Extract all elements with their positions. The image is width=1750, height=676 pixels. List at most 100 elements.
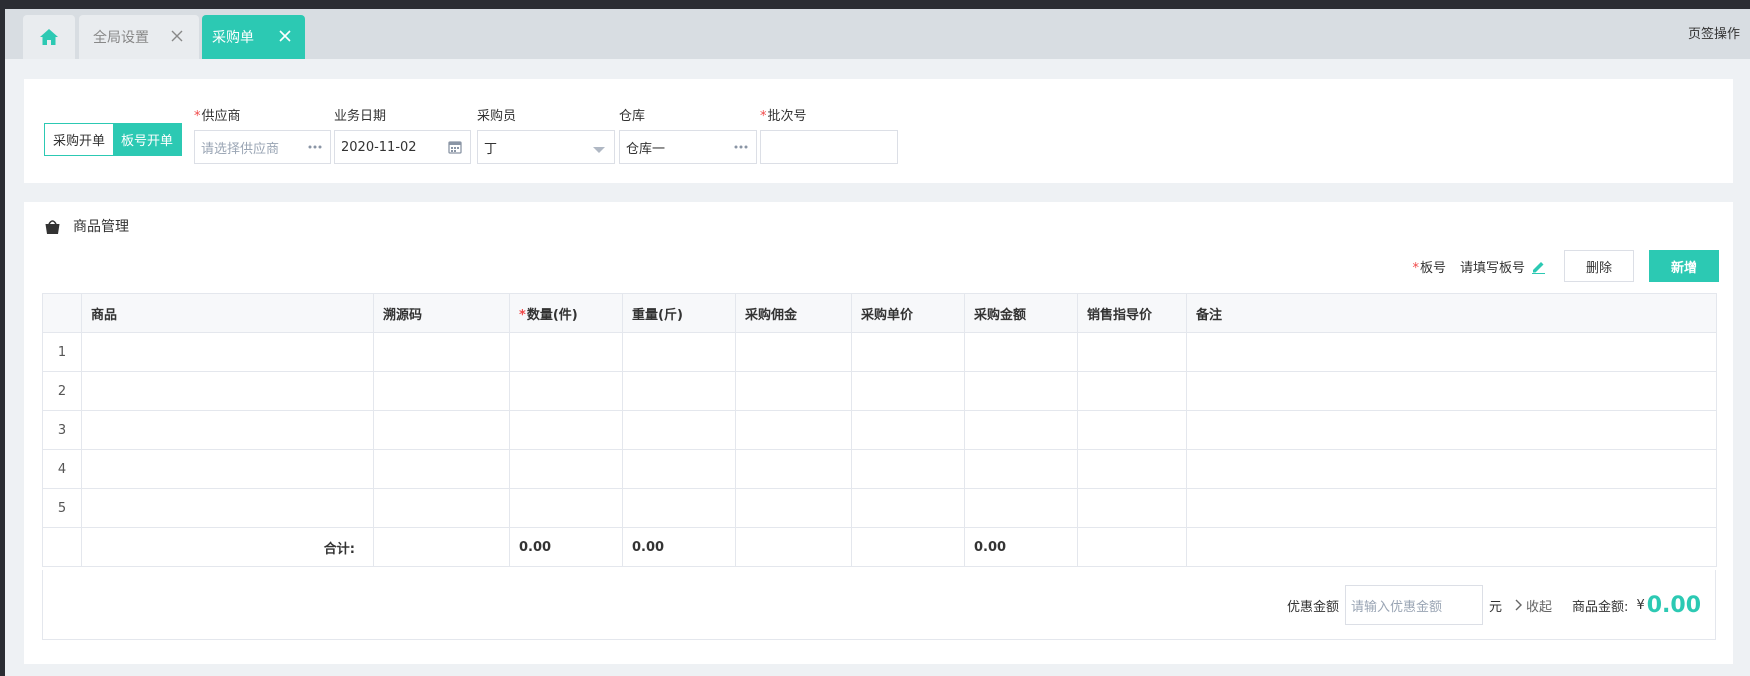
- close-icon[interactable]: [275, 26, 295, 46]
- cell-qty[interactable]: [509, 488, 623, 528]
- board-label: 板号: [1419, 260, 1446, 276]
- tab-global-settings[interactable]: 全局设置: [79, 15, 199, 59]
- tab-bar: 全局设置 采购单 页签操作: [5, 9, 1750, 59]
- add-button[interactable]: 新增: [1649, 250, 1719, 282]
- cell-weight[interactable]: [622, 488, 736, 528]
- table-row[interactable]: 2: [42, 371, 1717, 411]
- cell-remark[interactable]: [1186, 371, 1717, 411]
- more-icon[interactable]: [734, 140, 748, 158]
- row-index: 2: [42, 371, 82, 411]
- cell-trace-code[interactable]: [373, 410, 510, 450]
- buyer-select[interactable]: 丁: [477, 130, 615, 164]
- cell-goods[interactable]: [81, 449, 374, 489]
- cell-trace-code[interactable]: [373, 449, 510, 489]
- header-guide-price: 销售指导价: [1077, 293, 1187, 333]
- mode-toggle[interactable]: 采购开单 板号开单: [44, 123, 183, 156]
- table-row[interactable]: 5: [42, 488, 1717, 528]
- cell-trace-code[interactable]: [373, 332, 510, 372]
- mode-board-button[interactable]: 板号开单: [113, 124, 182, 155]
- cell-guide-price[interactable]: [1077, 332, 1187, 372]
- buyer-value: 丁: [484, 141, 498, 157]
- table-row[interactable]: 1: [42, 332, 1717, 372]
- cell-amount[interactable]: [964, 488, 1078, 528]
- cell-goods[interactable]: [81, 332, 374, 372]
- goods-amount-value: 0.00: [1646, 592, 1701, 618]
- cell-guide-price[interactable]: [1077, 449, 1187, 489]
- cell-commission[interactable]: [735, 371, 852, 411]
- cell-guide-price[interactable]: [1077, 410, 1187, 450]
- cell-unit-price[interactable]: [851, 332, 965, 372]
- required-mark: *: [1412, 260, 1419, 276]
- biz-date-field: 业务日期 2020-11-02: [334, 105, 471, 164]
- discount-label: 优惠金额: [1287, 599, 1340, 615]
- cell-goods[interactable]: [81, 410, 374, 450]
- cell-amount[interactable]: [964, 449, 1078, 489]
- biz-date-input[interactable]: 2020-11-02: [334, 130, 471, 164]
- page-ops-menu[interactable]: 页签操作: [1688, 23, 1750, 42]
- total-amount: 0.00: [964, 527, 1078, 567]
- cell-unit-price[interactable]: [851, 488, 965, 528]
- supplier-select[interactable]: 请选择供应商: [194, 130, 331, 164]
- cell-qty[interactable]: [509, 332, 623, 372]
- delete-button[interactable]: 删除: [1564, 250, 1634, 282]
- cell-qty[interactable]: [509, 371, 623, 411]
- header-trace-code: 溯源码: [373, 293, 510, 333]
- cell-commission[interactable]: [735, 410, 852, 450]
- table-row[interactable]: 4: [42, 449, 1717, 489]
- header-qty: *数量(件): [509, 293, 623, 333]
- section-title: 商品管理: [44, 216, 129, 236]
- cell-remark[interactable]: [1186, 410, 1717, 450]
- collapse-label: 收起: [1526, 599, 1553, 615]
- cell-weight[interactable]: [622, 449, 736, 489]
- more-icon[interactable]: [308, 140, 322, 158]
- cell-remark[interactable]: [1186, 488, 1717, 528]
- cell-amount[interactable]: [964, 410, 1078, 450]
- caret-down-icon: [592, 143, 606, 158]
- cell-trace-code[interactable]: [373, 371, 510, 411]
- row-index: 3: [42, 410, 82, 450]
- table-row[interactable]: 3: [42, 410, 1717, 450]
- row-index: 1: [42, 332, 82, 372]
- cell-guide-price[interactable]: [1077, 371, 1187, 411]
- header-index: [42, 293, 82, 333]
- cell-trace-code[interactable]: [373, 488, 510, 528]
- calendar-icon[interactable]: [448, 140, 462, 158]
- buyer-field: 采购员 丁: [477, 105, 615, 164]
- biz-date-label: 业务日期: [334, 109, 387, 124]
- totals-row: 合计: 0.00 0.00 0.00: [42, 527, 1717, 567]
- cell-weight[interactable]: [622, 332, 736, 372]
- tab-label: 采购单: [212, 30, 254, 46]
- cell-remark[interactable]: [1186, 449, 1717, 489]
- cell-goods[interactable]: [81, 488, 374, 528]
- batch-no-label: 批次号: [767, 109, 807, 124]
- warehouse-select[interactable]: 仓库一: [619, 130, 757, 164]
- cell-unit-price[interactable]: [851, 371, 965, 411]
- cell-commission[interactable]: [735, 449, 852, 489]
- board-fill-link[interactable]: 请填写板号: [1460, 257, 1546, 276]
- tab-home[interactable]: [23, 15, 75, 59]
- cell-weight[interactable]: [622, 371, 736, 411]
- cell-qty[interactable]: [509, 410, 623, 450]
- batch-no-input[interactable]: [760, 130, 898, 164]
- mode-purchase-button[interactable]: 采购开单: [45, 124, 114, 155]
- collapse-toggle[interactable]: 收起: [1514, 596, 1552, 615]
- total-weight: 0.00: [622, 527, 736, 567]
- discount-input[interactable]: 请输入优惠金额: [1345, 585, 1484, 625]
- cell-commission[interactable]: [735, 332, 852, 372]
- chevron-right-icon: [1515, 599, 1523, 611]
- cell-weight[interactable]: [622, 410, 736, 450]
- cell-unit-price[interactable]: [851, 410, 965, 450]
- cell-commission[interactable]: [735, 488, 852, 528]
- close-icon[interactable]: [167, 26, 187, 46]
- cell-unit-price[interactable]: [851, 449, 965, 489]
- cell-amount[interactable]: [964, 332, 1078, 372]
- cell-remark[interactable]: [1186, 332, 1717, 372]
- warehouse-value: 仓库一: [626, 141, 666, 157]
- cell-amount[interactable]: [964, 371, 1078, 411]
- goods-card: 商品管理 *板号 请填写板号 删除 新增 商品 溯源码 *数量(件) 重量(斤)…: [24, 202, 1733, 664]
- tab-purchase-order[interactable]: 采购单: [202, 15, 305, 59]
- summary-row: 优惠金额 请输入优惠金额 元 收起 商品金额: ¥ 0.00: [1287, 585, 1701, 625]
- cell-goods[interactable]: [81, 371, 374, 411]
- cell-qty[interactable]: [509, 449, 623, 489]
- cell-guide-price[interactable]: [1077, 488, 1187, 528]
